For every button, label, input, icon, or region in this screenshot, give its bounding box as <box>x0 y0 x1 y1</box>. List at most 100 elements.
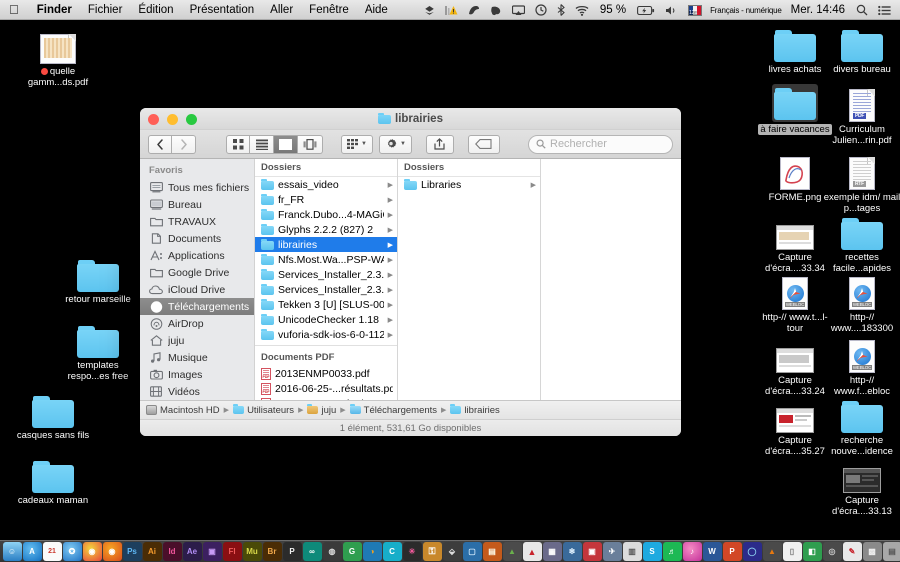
dock-item-tunnelbear[interactable]: ◍ <box>323 542 342 561</box>
desktop-icon-cadeaux-maman[interactable]: cadeaux maman <box>13 455 93 506</box>
action-button[interactable]: ▼ <box>379 135 412 154</box>
table-row[interactable]: Libraries ▶ <box>398 177 540 192</box>
table-row[interactable]: vuforia-sdk-ios-6-0-112 ▶ <box>255 327 397 342</box>
dock-item-word[interactable]: W <box>703 542 722 561</box>
dock-item-app-store[interactable]: A <box>23 542 42 561</box>
desktop-icon-exemple-idm-mail[interactable]: RTF exemple idm/ mail p...tages <box>822 152 900 214</box>
dock-item-safari[interactable]: ✪ <box>63 542 82 561</box>
volume-icon[interactable] <box>660 0 683 20</box>
finder-column-2[interactable]: Dossiers Libraries ▶ <box>398 159 541 400</box>
breadcrumb-item-utilisateurs[interactable]: Utilisateurs <box>233 405 294 416</box>
dock-item-premiere[interactable]: ▣ <box>203 542 222 561</box>
forward-button[interactable] <box>172 135 196 154</box>
sidebar-item-travaux[interactable]: TRAVAUX <box>140 213 254 230</box>
window-controls[interactable] <box>148 114 197 125</box>
dock-item-opera[interactable]: ◯ <box>743 542 762 561</box>
french-flag-icon[interactable]: 121 <box>683 0 707 20</box>
breadcrumb-item-librairies[interactable]: librairies <box>450 405 499 416</box>
sidebar-item-bureau[interactable]: Bureau <box>140 196 254 213</box>
apple-logo-icon[interactable]:  <box>0 3 29 16</box>
desktop-icon-templates-responsives[interactable]: templates respo...es free <box>58 320 138 382</box>
dropbox-icon[interactable] <box>419 0 440 20</box>
dock-item-bridge[interactable]: Br <box>263 542 282 561</box>
alfred-hat-icon[interactable] <box>463 0 485 20</box>
menu-item-fenetre[interactable]: Fenêtre <box>301 0 357 20</box>
dock[interactable]: ☺ A 21 ✪ ◉ ◉ Ps Ai Id Ae ▣ Fl Mu Br P ∞ … <box>0 540 900 562</box>
menu-item-edition[interactable]: Édition <box>130 0 181 20</box>
desktop-icon-curriculum-pdf[interactable]: PDF Curriculum Julien...rin.pdf <box>822 84 900 146</box>
time-machine-clock-icon[interactable] <box>530 0 552 20</box>
clock-label[interactable]: Mer. 14:46 <box>785 4 851 16</box>
dock-item-transmit[interactable]: ✈ <box>603 542 622 561</box>
desktop-icon-recettes-faciles[interactable]: recettes facile...apides <box>822 212 900 274</box>
desktop-icon-recherche-nouvelle-residence[interactable]: recherche nouve...idence <box>822 395 900 457</box>
share-button[interactable] <box>426 135 454 154</box>
sidebar-item-juju[interactable]: juju <box>140 332 254 349</box>
tag-button[interactable] <box>468 135 500 154</box>
dock-item-firefox[interactable]: ◉ <box>103 542 122 561</box>
dock-item-indesign[interactable]: Id <box>163 542 182 561</box>
search-icon[interactable] <box>851 0 873 20</box>
input-source-label[interactable]: Français - numérique <box>707 6 785 15</box>
dock-item-preview[interactable]: ▦ <box>543 542 562 561</box>
dock-item-keychain[interactable]: ⚿ <box>423 542 442 561</box>
table-row[interactable]: UnicodeChecker 1.18 ▶ <box>255 312 397 327</box>
dock-item-utility[interactable]: ▩ <box>863 542 882 561</box>
desktop-icon-divers-bureau[interactable]: divers bureau <box>822 24 900 75</box>
table-row[interactable]: Franck.Dubo...4-MAGiCAL ▶ <box>255 207 397 222</box>
sidebar-item-musique[interactable]: Musique <box>140 349 254 366</box>
menu-item-aller[interactable]: Aller <box>262 0 301 20</box>
dock-item-blender[interactable]: ◑ <box>363 542 382 561</box>
sidebar-item-tous-mes-fichiers[interactable]: Tous mes fichiers <box>140 179 254 196</box>
sidebar-item-icloud-drive[interactable]: iCloud Drive <box>140 281 254 298</box>
airplay-icon[interactable] <box>507 0 530 20</box>
dock-item-google-chrome[interactable]: ◉ <box>83 542 102 561</box>
dock-item-pinterest[interactable]: P <box>283 542 302 561</box>
dock-item-grammarly[interactable]: G <box>343 542 362 561</box>
warning-triangle-icon[interactable] <box>440 0 463 20</box>
breadcrumb[interactable]: Macintosh HD ▶ Utilisateurs ▶ juju ▶ Tél… <box>140 400 681 419</box>
wifi-icon[interactable] <box>570 0 594 20</box>
finder-column-1[interactable]: Dossiers essais_video ▶ fr_FR ▶ Franck.D… <box>255 159 398 400</box>
list-view-button[interactable] <box>250 135 274 154</box>
sidebar-item-images[interactable]: Images <box>140 366 254 383</box>
desktop-icon-capture-3313[interactable]: Capture d'écra....33.13 <box>822 455 900 517</box>
dock-item-clion[interactable]: C <box>383 542 402 561</box>
bluetooth-icon[interactable] <box>552 0 570 20</box>
column-view-button[interactable] <box>274 135 298 154</box>
dock-item-acrobat[interactable]: ▲ <box>523 542 542 561</box>
dock-item-spotify[interactable]: ♬ <box>663 542 682 561</box>
dock-item-after-effects[interactable]: Ae <box>183 542 202 561</box>
arrange-button[interactable]: ▼ <box>341 135 373 154</box>
sidebar-item-airdrop[interactable]: AirDrop <box>140 315 254 332</box>
view-mode-buttons[interactable] <box>226 135 323 154</box>
dock-item-flash[interactable]: Fl <box>223 542 242 561</box>
table-row[interactable]: Nfs.Most.Wa...PSP-WAR3X ▶ <box>255 252 397 267</box>
breadcrumb-item-juju[interactable]: juju <box>307 405 336 416</box>
coverflow-view-button[interactable] <box>298 135 323 154</box>
notification-center-icon[interactable] <box>873 0 896 20</box>
table-row[interactable]: 2013ENMP0033.pdf <box>255 366 397 381</box>
navigation-buttons[interactable] <box>148 135 196 154</box>
table-row[interactable]: 2016-06-25-...résultats.pdf <box>255 381 397 396</box>
dock-item-pages[interactable]: ▯ <box>783 542 802 561</box>
finder-sidebar[interactable]: Favoris Tous mes fichiers Bureau TRAVAUX… <box>140 159 255 400</box>
menu-item-presentation[interactable]: Présentation <box>182 0 263 20</box>
dock-item-sublime[interactable]: ▢ <box>463 542 482 561</box>
table-row[interactable]: essais_video ▶ <box>255 177 397 192</box>
finder-window[interactable]: librairies <box>140 108 681 436</box>
dock-item-android-studio[interactable]: ▲ <box>503 542 522 561</box>
dock-item-itunes[interactable]: ♪ <box>683 542 702 561</box>
dock-item-powerpoint[interactable]: P <box>723 542 742 561</box>
finder-toolbar[interactable]: ▼ ▼ Rechercher <box>140 130 681 159</box>
dock-item-illustrator[interactable]: Ai <box>143 542 162 561</box>
search-input[interactable]: Rechercher <box>528 135 673 154</box>
minimize-button[interactable] <box>167 114 178 125</box>
dock-item-photoshop[interactable]: Ps <box>123 542 142 561</box>
sidebar-item-telechargements[interactable]: Téléchargements <box>140 298 254 315</box>
sidebar-item-google-drive[interactable]: Google Drive <box>140 264 254 281</box>
menu-item-fichier[interactable]: Fichier <box>80 0 131 20</box>
evernote-elephant-icon[interactable] <box>485 0 507 20</box>
dock-item-skype[interactable]: S <box>643 542 662 561</box>
breadcrumb-item-telechargements[interactable]: Téléchargements <box>350 405 437 416</box>
